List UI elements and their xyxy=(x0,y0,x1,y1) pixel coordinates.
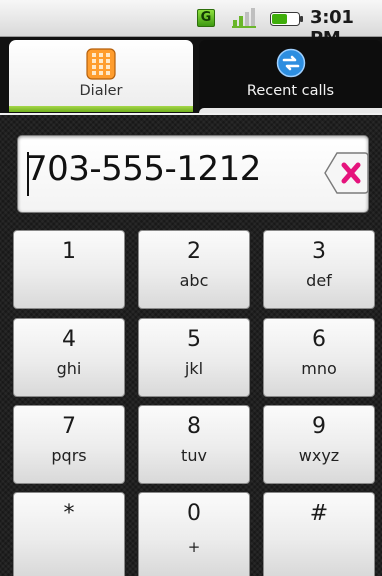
key-digit: 2 xyxy=(187,239,201,264)
tab-bar: Dialer Recent calls xyxy=(0,37,382,113)
key-letters: ghi xyxy=(56,359,82,378)
key-pound[interactable]: # xyxy=(263,492,375,576)
key-digit: 1 xyxy=(62,239,76,264)
key-letters: wxyz xyxy=(298,446,340,465)
key-6[interactable]: 6 mno xyxy=(263,318,375,397)
phone-number-field[interactable]: 703-555-1212 xyxy=(17,135,369,213)
key-digit: * xyxy=(63,501,75,526)
recent-calls-icon xyxy=(276,48,305,78)
key-letters: def xyxy=(306,271,332,290)
network-type-badge: G xyxy=(197,9,215,27)
key-star[interactable]: * xyxy=(13,492,125,576)
status-bar: G 3:01 PM xyxy=(0,0,382,49)
tab-recent-calls-label: Recent calls xyxy=(246,83,335,99)
key-digit: 5 xyxy=(187,327,201,352)
key-5[interactable]: 5 jkl xyxy=(138,318,250,397)
key-digit: 3 xyxy=(312,239,326,264)
key-8[interactable]: 8 tuv xyxy=(138,405,250,484)
key-7[interactable]: 7 pqrs xyxy=(13,405,125,484)
tab-dialer-label: Dialer xyxy=(79,83,123,99)
key-digit: 0 xyxy=(187,501,201,526)
key-digit: # xyxy=(309,501,329,526)
key-9[interactable]: 9 wxyz xyxy=(263,405,375,484)
key-digit: 9 xyxy=(312,414,326,439)
key-3[interactable]: 3 def xyxy=(263,230,375,309)
key-1[interactable]: 1 xyxy=(13,230,125,309)
delete-button[interactable] xyxy=(323,150,369,196)
key-digit: 6 xyxy=(312,327,326,352)
tab-recent-calls[interactable]: Recent calls xyxy=(199,40,382,110)
key-0[interactable]: 0 + xyxy=(138,492,250,576)
keypad-icon xyxy=(86,48,116,80)
key-digit: 7 xyxy=(62,414,76,439)
key-letters: mno xyxy=(301,359,337,378)
key-letters: abc xyxy=(179,271,209,290)
key-2[interactable]: 2 abc xyxy=(138,230,250,309)
tab-dialer[interactable]: Dialer xyxy=(9,40,193,110)
key-letters: tuv xyxy=(181,446,207,465)
signal-strength-icon xyxy=(232,8,256,28)
phone-number-text: 703-555-1212 xyxy=(26,149,261,189)
key-letters: pqrs xyxy=(51,446,87,465)
battery-icon xyxy=(270,12,303,26)
key-letters: jkl xyxy=(184,359,204,378)
key-digit: 4 xyxy=(62,327,76,352)
key-4[interactable]: 4 ghi xyxy=(13,318,125,397)
key-digit: 8 xyxy=(187,414,201,439)
key-letters: + xyxy=(187,538,201,556)
selected-tab-indicator xyxy=(9,106,193,112)
